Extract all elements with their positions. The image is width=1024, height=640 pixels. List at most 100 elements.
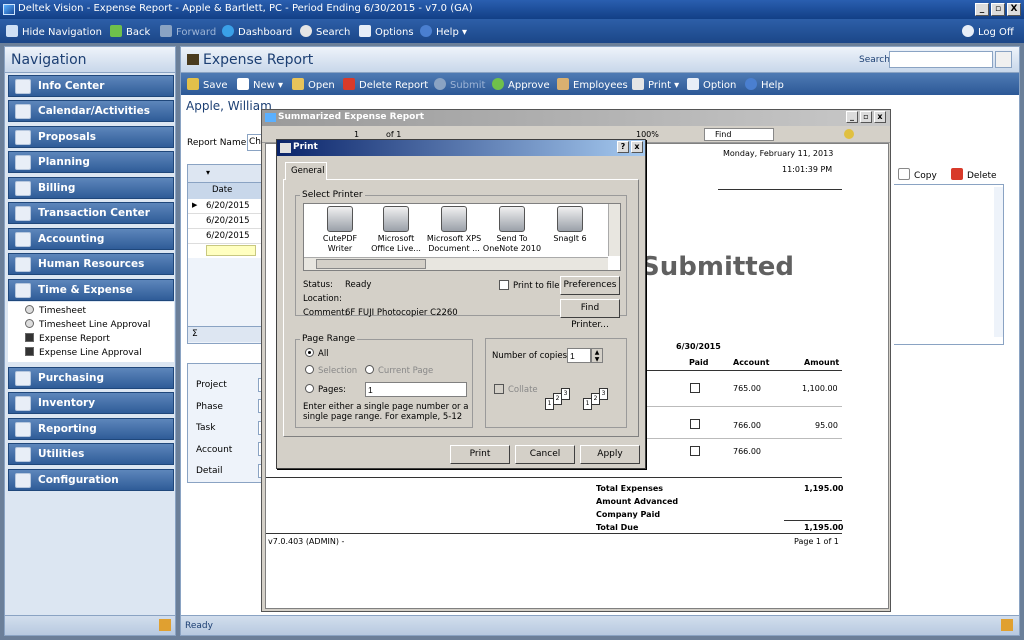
nav-configure-icon[interactable] (159, 619, 171, 631)
printer-xps[interactable]: Microsoft XPS Document ... (424, 206, 484, 254)
report-find-box[interactable]: Find (704, 128, 774, 141)
delete-report-button[interactable]: Delete Report (343, 78, 428, 91)
open-folder-icon (292, 78, 304, 90)
radio-pages-dot[interactable] (305, 384, 314, 393)
radio-selection-dot[interactable] (305, 365, 314, 374)
status-configure-icon[interactable] (1001, 619, 1013, 631)
nav-item-human-resources[interactable]: Human Resources (8, 253, 174, 275)
print-button[interactable]: Print ▾ (632, 78, 679, 91)
printer-list[interactable]: CutePDF Writer Microsoft Office Live... Mi… (303, 203, 621, 271)
report-page-number[interactable]: 1 (354, 130, 359, 139)
logoff-button[interactable]: Log Off (962, 25, 1014, 38)
grid-date-header[interactable]: Date (188, 183, 262, 199)
totals-rule (266, 477, 842, 478)
nav-item-configuration[interactable]: Configuration (8, 469, 174, 491)
row-date: 6/20/2015 (206, 231, 250, 241)
collate-checkbox[interactable]: Collate (494, 384, 538, 395)
nav-item-purchasing[interactable]: Purchasing (8, 367, 174, 389)
radio-pages[interactable]: Pages: (305, 384, 346, 395)
print-close-button[interactable]: x (631, 141, 643, 153)
employees-button[interactable]: Employees (557, 78, 628, 91)
approve-button[interactable]: Approve (492, 78, 550, 91)
nav-item-transaction-center[interactable]: Transaction Center (8, 202, 174, 224)
report-maximize-button[interactable]: ▫ (860, 111, 872, 123)
grid-sum-row: Σ (188, 326, 262, 342)
radio-current-page[interactable]: Current Page (365, 365, 433, 376)
subitem-expense-report[interactable]: Expense Report (25, 333, 110, 344)
printer-list-vscroll[interactable] (608, 204, 620, 256)
find-printer-button[interactable]: Find Printer... (560, 299, 620, 330)
search-input[interactable] (889, 51, 993, 68)
printer-list-hscroll[interactable] (304, 257, 608, 270)
help-menu-button[interactable]: Help ▾ (420, 25, 467, 38)
report-smiley-icon[interactable] (844, 129, 854, 139)
minimize-button[interactable]: _ (975, 3, 989, 16)
printer-snagit[interactable]: SnagIt 6 (540, 206, 600, 244)
nav-item-utilities[interactable]: Utilities (8, 443, 174, 465)
nav-item-proposals[interactable]: Proposals (8, 126, 174, 148)
copy-button[interactable]: Copy (898, 168, 937, 181)
new-button[interactable]: New ▾ (237, 78, 283, 91)
table-row-new[interactable] (188, 244, 262, 258)
amount-advanced-label: Amount Advanced (596, 497, 679, 506)
print-confirm-button[interactable]: Print (450, 445, 510, 464)
close-button[interactable]: X (1007, 3, 1021, 16)
cancel-button[interactable]: Cancel (515, 445, 575, 464)
nav-item-accounting[interactable]: Accounting (8, 228, 174, 250)
nav-item-info-center[interactable]: Info Center (8, 75, 174, 97)
copies-spinner[interactable]: ▲ ▼ (591, 348, 603, 363)
help-toolbar-button[interactable]: Help (745, 78, 784, 91)
nav-item-reporting[interactable]: Reporting (8, 418, 174, 440)
radio-all[interactable]: All (305, 348, 329, 359)
printer-onenote[interactable]: Send To OneNote 2010 (482, 206, 542, 254)
report-close-button[interactable]: x (874, 111, 886, 123)
subitem-timesheet[interactable]: Timesheet (25, 305, 86, 316)
print-help-button[interactable]: ? (617, 141, 629, 153)
printer-cutepdf[interactable]: CutePDF Writer (310, 206, 370, 254)
restore-button[interactable]: ▫ (991, 3, 1005, 16)
report-minimize-button[interactable]: _ (846, 111, 858, 123)
print-to-file-checkbox[interactable]: Print to file (499, 280, 559, 291)
table-row[interactable]: 6/20/2015 (188, 229, 262, 244)
nav-item-inventory[interactable]: Inventory (8, 392, 174, 414)
copies-input[interactable] (567, 348, 591, 363)
options-button[interactable]: Options (359, 25, 414, 38)
nav-item-calendar[interactable]: Calendar/Activities (8, 100, 174, 122)
nav-item-time-expense[interactable]: Time & Expense (8, 279, 174, 301)
reporting-icon (15, 422, 31, 437)
nav-item-billing[interactable]: Billing (8, 177, 174, 199)
subitem-expense-line-approval[interactable]: Expense Line Approval (25, 347, 142, 358)
table-row[interactable]: 6/20/2015 (188, 214, 262, 229)
save-button[interactable]: Save (187, 78, 228, 91)
expense-report-header: Expense Report Search (181, 47, 1019, 73)
radio-all-dot[interactable] (305, 348, 314, 357)
collate-box[interactable] (494, 384, 504, 394)
nav-item-planning[interactable]: Planning (8, 151, 174, 173)
new-row-cell[interactable] (206, 245, 256, 256)
report-zoom[interactable]: 100% (636, 130, 659, 139)
preferences-button[interactable]: Preferences (560, 276, 620, 295)
forward-button[interactable]: Forward (160, 25, 216, 38)
grid-scrollbar[interactable] (994, 187, 1003, 337)
submit-button[interactable]: Submit (434, 78, 485, 91)
pages-input[interactable] (365, 382, 467, 397)
hscroll-thumb[interactable] (316, 259, 426, 269)
total-due-rule (784, 520, 842, 521)
option-button[interactable]: Option (687, 78, 736, 91)
row-date: 6/20/2015 (206, 216, 250, 226)
print-to-file-box[interactable] (499, 280, 509, 290)
back-button[interactable]: Back (110, 25, 150, 38)
hide-navigation-button[interactable]: Hide Navigation (6, 25, 102, 38)
table-row[interactable]: ▶ 6/20/2015 (188, 199, 262, 214)
apply-button[interactable]: Apply (580, 445, 640, 464)
subitem-timesheet-line-approval[interactable]: Timesheet Line Approval (25, 319, 150, 330)
open-button[interactable]: Open (292, 78, 335, 91)
radio-current-page-dot[interactable] (365, 365, 374, 374)
radio-selection[interactable]: Selection (305, 365, 357, 376)
search-go-icon[interactable] (995, 51, 1012, 68)
tab-general[interactable]: General (285, 162, 327, 180)
printer-office-live[interactable]: Microsoft Office Live... (366, 206, 426, 254)
dashboard-button[interactable]: Dashboard (222, 25, 292, 38)
delete-row-button[interactable]: Delete (951, 168, 997, 181)
search-menu-button[interactable]: Search (300, 25, 350, 38)
